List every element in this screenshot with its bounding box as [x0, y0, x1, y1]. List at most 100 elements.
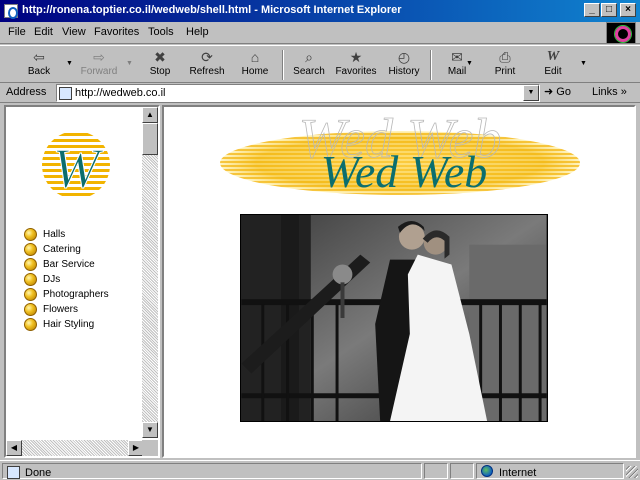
scroll-up-button[interactable]: ▲	[142, 107, 158, 123]
logo-letter: W	[53, 138, 104, 200]
forward-button[interactable]: ⇨ Forward	[76, 48, 122, 82]
banner-title: Wed Web	[321, 146, 488, 197]
standard-toolbar: ⇦ Back ▼ ⇨ Forward ▼ ✖ Stop ⟳ Refresh ⌂ …	[0, 45, 640, 83]
nav-item-catering[interactable]: Catering	[24, 242, 109, 256]
resize-grip[interactable]	[626, 466, 638, 478]
forward-dropdown-icon[interactable]: ▼	[126, 60, 133, 67]
window-title: http://ronena.toptier.co.il/wedweb/shell…	[22, 4, 402, 16]
search-button[interactable]: ⌕ Search	[286, 48, 332, 82]
status-zone-panel: Internet	[476, 463, 624, 479]
edit-label: Edit	[544, 66, 562, 77]
main-content-frame: Wed Web Wed Web	[162, 105, 636, 458]
home-button[interactable]: ⌂ Home	[232, 48, 278, 82]
left-frame-content: W Halls Catering Bar Service DJs Photogr…	[6, 107, 144, 438]
address-dropdown-button[interactable]: ▼	[523, 85, 539, 101]
toolbar-separator	[282, 50, 284, 80]
stop-button[interactable]: ✖ Stop	[137, 48, 183, 82]
print-label: Print	[494, 66, 516, 77]
refresh-button[interactable]: ⟳ Refresh	[184, 48, 230, 82]
menu-help[interactable]: Help	[186, 26, 209, 38]
ie-throbber-icon	[606, 22, 636, 44]
ie-page-icon	[4, 4, 18, 19]
nav-item-photographers[interactable]: Photographers	[24, 287, 109, 301]
scroll-down-button[interactable]: ▼	[142, 422, 158, 438]
back-button[interactable]: ⇦ Back	[16, 48, 62, 82]
mail-label: Mail	[447, 66, 467, 77]
nav-item-hair-styling[interactable]: Hair Styling	[24, 317, 109, 331]
bullet-ball-icon	[24, 272, 37, 286]
search-label: Search	[293, 66, 325, 77]
status-text: Done	[25, 467, 52, 479]
links-button[interactable]: Links »	[592, 86, 627, 98]
search-icon: ⌕	[305, 49, 313, 65]
menu-tools[interactable]: Tools	[148, 26, 174, 38]
scroll-thumb[interactable]	[142, 123, 158, 155]
site-nav: Halls Catering Bar Service DJs Photograp…	[24, 227, 109, 332]
favorites-label: Favorites	[335, 66, 377, 77]
nav-item-bar-service[interactable]: Bar Service	[24, 257, 109, 271]
page-icon	[59, 87, 72, 100]
forward-arrow-icon: ⇨	[93, 49, 105, 65]
favorites-button[interactable]: ★ Favorites	[333, 48, 379, 82]
maximize-button[interactable]: □	[601, 3, 617, 17]
internet-zone-icon	[481, 465, 493, 477]
nav-item-halls[interactable]: Halls	[24, 227, 109, 241]
go-label: Go	[556, 86, 571, 98]
print-icon: ⎙	[499, 49, 511, 65]
print-button[interactable]: ⎙ Print	[482, 48, 528, 82]
history-label: History	[388, 66, 420, 77]
minimize-button[interactable]: _	[584, 3, 600, 17]
back-dropdown-icon[interactable]: ▼	[66, 60, 73, 67]
bullet-ball-icon	[24, 317, 37, 331]
page-done-icon	[7, 466, 20, 479]
left-horizontal-scrollbar[interactable]: ◀ ▶	[6, 440, 144, 456]
mail-button[interactable]: ✉ Mail	[434, 48, 480, 82]
bullet-ball-icon	[24, 302, 37, 316]
scroll-corner	[142, 440, 158, 456]
bullet-ball-icon	[24, 227, 37, 241]
back-label: Back	[27, 66, 51, 77]
back-arrow-icon: ⇦	[33, 49, 45, 65]
wedding-couple-photo	[240, 214, 548, 422]
menu-edit[interactable]: Edit	[34, 26, 53, 38]
history-icon: ◴	[397, 49, 411, 65]
stop-label: Stop	[149, 66, 171, 77]
mail-icon: ✉	[451, 49, 463, 65]
home-label: Home	[241, 66, 269, 77]
go-button[interactable]: ➜ Go	[544, 85, 584, 101]
window-titlebar[interactable]: http://ronena.toptier.co.il/wedweb/shell…	[0, 0, 640, 22]
bullet-ball-icon	[24, 257, 37, 271]
address-input[interactable]	[75, 86, 515, 100]
stop-icon: ✖	[154, 49, 166, 65]
address-label: Address	[6, 86, 47, 98]
toolbar-separator	[430, 50, 432, 80]
wedweb-logo-icon[interactable]: W	[28, 125, 124, 205]
forward-label: Forward	[80, 66, 118, 77]
left-nav-frame: W Halls Catering Bar Service DJs Photogr…	[4, 105, 160, 458]
nav-item-flowers[interactable]: Flowers	[24, 302, 109, 316]
address-field[interactable]: ▼	[56, 84, 540, 102]
address-bar: Address ▼ ➜ Go Links »	[0, 83, 640, 103]
menu-favorites[interactable]: Favorites	[94, 26, 139, 38]
go-arrow-icon: ➜	[544, 86, 554, 98]
refresh-label: Refresh	[189, 66, 225, 77]
status-bar: Done Internet	[0, 460, 640, 480]
favorites-icon: ★	[349, 49, 363, 65]
menu-view[interactable]: View	[62, 26, 86, 38]
close-button[interactable]: ×	[620, 3, 636, 17]
refresh-icon: ⟳	[201, 49, 213, 65]
wedweb-banner: Wed Web Wed Web	[220, 117, 580, 197]
nav-item-djs[interactable]: DJs	[24, 272, 109, 286]
history-button[interactable]: ◴ History	[381, 48, 427, 82]
mail-dropdown-icon[interactable]: ▼	[466, 60, 473, 67]
edit-icon: W	[546, 49, 560, 64]
edit-dropdown-icon[interactable]: ▼	[580, 60, 587, 67]
status-zone: Internet	[499, 467, 537, 479]
menu-file[interactable]: File	[8, 26, 26, 38]
left-vertical-scrollbar[interactable]: ▲ ▼	[142, 107, 158, 438]
scroll-left-button[interactable]: ◀	[6, 440, 22, 456]
status-main-panel: Done	[2, 463, 422, 479]
status-panel-empty	[424, 463, 448, 479]
status-panel-empty	[450, 463, 474, 479]
edit-button[interactable]: W Edit	[530, 48, 576, 82]
